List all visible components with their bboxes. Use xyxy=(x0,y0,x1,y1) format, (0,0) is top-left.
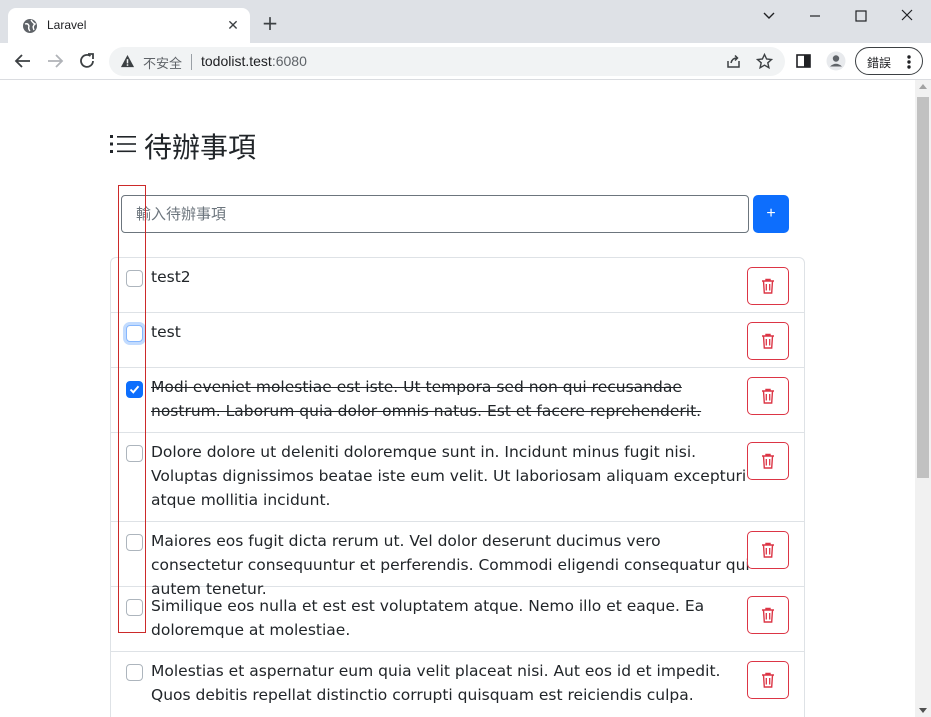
delete-todo-button[interactable] xyxy=(747,596,789,634)
trash-icon xyxy=(762,453,774,469)
scroll-down-arrow[interactable] xyxy=(919,708,927,713)
todo-text: Dolore dolore ut deleniti doloremque sun… xyxy=(151,443,747,509)
reload-icon[interactable] xyxy=(77,51,97,71)
todo-item: Similique eos nulla et est est voluptate… xyxy=(111,587,804,652)
todo-item: Molestias et aspernatur eum quia velit p… xyxy=(111,652,804,717)
todo-list: test2 test Modi eveniet molestiae est iste… xyxy=(110,257,805,717)
trash-icon xyxy=(762,333,774,349)
side-panel-icon[interactable] xyxy=(796,53,812,69)
page-viewport: 待辦事項 + test2 test Modi eveniet molestiae e… xyxy=(0,80,915,717)
browser-tab[interactable]: Laravel ✕ xyxy=(8,8,250,43)
todo-checkbox[interactable] xyxy=(126,599,143,616)
todo-input[interactable] xyxy=(122,196,748,232)
trash-icon xyxy=(762,278,774,294)
globe-icon xyxy=(23,19,37,33)
todo-checkbox[interactable] xyxy=(126,325,143,342)
omnibox-divider xyxy=(191,54,192,70)
todo-text: Similique eos nulla et est est voluptate… xyxy=(151,597,705,639)
arrow-right-icon[interactable] xyxy=(45,51,65,71)
delete-todo-button[interactable] xyxy=(747,531,789,569)
tab-title: Laravel xyxy=(47,18,87,32)
arrow-left-icon[interactable] xyxy=(13,51,33,71)
scrollbar[interactable] xyxy=(915,80,931,717)
delete-todo-button[interactable] xyxy=(747,442,789,480)
todo-input-wrapper xyxy=(121,195,749,233)
todo-item: test2 xyxy=(111,258,804,313)
page-title-text: 待辦事項 xyxy=(144,131,257,164)
kebab-menu-icon[interactable] xyxy=(906,54,912,70)
browser-toolbar: 不安全 todolist.test:6080 錯誤 xyxy=(0,43,931,80)
todo-checkbox[interactable] xyxy=(126,270,143,287)
trash-icon xyxy=(762,542,774,558)
url-port: :6080 xyxy=(271,53,307,69)
todo-text: Molestias et aspernatur eum quia velit p… xyxy=(151,662,721,704)
url-text[interactable]: todolist.test:6080 xyxy=(201,53,307,69)
error-chip-label: 錯誤 xyxy=(867,56,892,70)
todo-checkbox[interactable] xyxy=(126,664,143,681)
minimize-icon[interactable] xyxy=(800,4,830,28)
delete-todo-button[interactable] xyxy=(747,267,789,305)
window-close-icon[interactable] xyxy=(892,4,922,28)
add-todo-button[interactable]: + xyxy=(753,195,789,233)
address-bar[interactable]: 不安全 todolist.test:6080 xyxy=(109,47,785,76)
delete-todo-button[interactable] xyxy=(747,322,789,360)
list-icon xyxy=(110,135,136,153)
chevron-down-icon[interactable] xyxy=(754,4,784,28)
todo-text: test2 xyxy=(151,268,191,286)
todo-item: Dolore dolore ut deleniti doloremque sun… xyxy=(111,433,804,522)
close-icon[interactable]: ✕ xyxy=(224,17,242,35)
todo-checkbox[interactable] xyxy=(126,445,143,462)
todo-item: test xyxy=(111,313,804,368)
star-icon[interactable] xyxy=(756,53,773,70)
todo-checkbox[interactable] xyxy=(126,534,143,551)
scroll-thumb[interactable] xyxy=(917,97,929,478)
insecure-label[interactable]: 不安全 xyxy=(143,53,182,72)
todo-text: test xyxy=(151,323,181,341)
trash-icon xyxy=(762,607,774,623)
todo-item: Modi eveniet molestiae est iste. Ut temp… xyxy=(111,368,804,433)
error-chip-button[interactable]: 錯誤 xyxy=(855,47,923,75)
warning-icon[interactable] xyxy=(120,54,135,69)
trash-icon xyxy=(762,388,774,404)
scroll-up-arrow[interactable] xyxy=(919,84,927,89)
share-icon[interactable] xyxy=(725,53,742,70)
todo-item: Maiores eos fugit dicta rerum ut. Vel do… xyxy=(111,522,804,598)
todo-text: Modi eveniet molestiae est iste. Ut temp… xyxy=(151,378,702,420)
maximize-icon[interactable] xyxy=(846,4,876,28)
trash-icon xyxy=(762,672,774,688)
todo-checkbox[interactable] xyxy=(126,381,143,398)
url-host: todolist.test xyxy=(201,53,272,69)
delete-todo-button[interactable] xyxy=(747,377,789,415)
profile-icon[interactable] xyxy=(826,51,846,71)
browser-tab-bar: Laravel ✕ + xyxy=(0,0,931,43)
delete-todo-button[interactable] xyxy=(747,661,789,699)
new-tab-button[interactable]: + xyxy=(259,13,281,35)
checkmark-icon xyxy=(129,385,140,394)
